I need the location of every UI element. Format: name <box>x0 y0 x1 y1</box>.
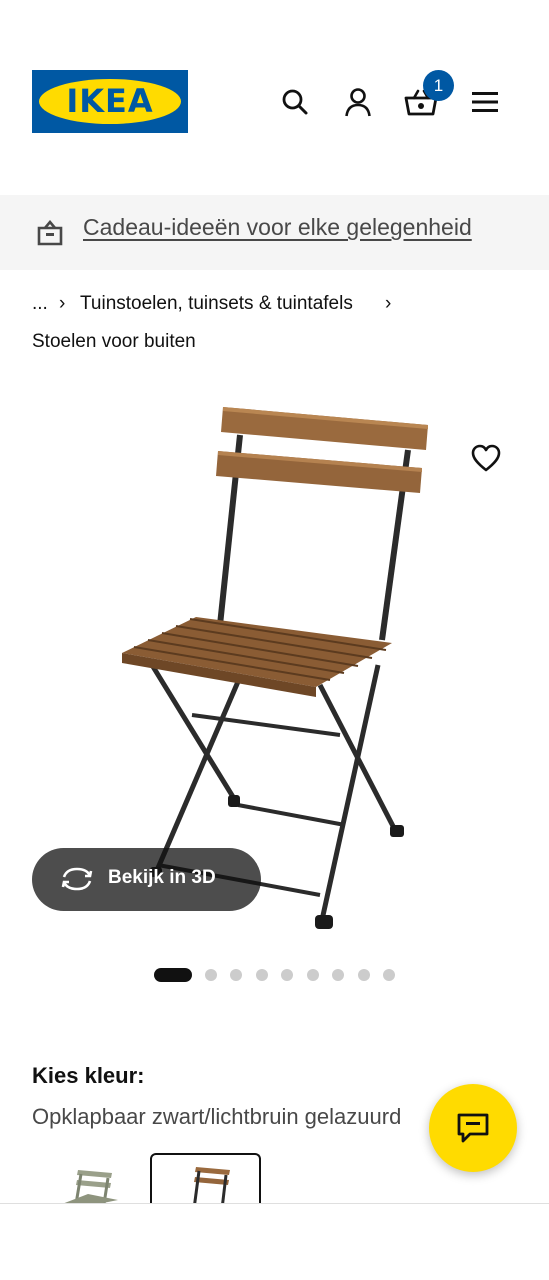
menu-icon[interactable] <box>467 84 503 120</box>
image-pagination <box>0 968 549 982</box>
heart-icon <box>471 444 501 472</box>
view-in-3d-label: Bekijk in 3D <box>108 867 216 888</box>
breadcrumb-separator: › <box>385 293 392 314</box>
rotate-3d-icon <box>60 866 94 892</box>
pagination-dot[interactable] <box>281 969 293 981</box>
site-header: IKEA 1 <box>0 0 549 195</box>
breadcrumb-item-outdoor-chairs[interactable]: Stoelen voor buiten <box>32 331 196 353</box>
color-heading: Kies kleur: <box>32 1063 145 1088</box>
pagination-dot[interactable] <box>307 969 319 981</box>
pagination-dot[interactable] <box>332 969 344 981</box>
bottom-bar <box>0 1203 549 1280</box>
favorite-button[interactable] <box>466 438 506 478</box>
swatch-grey-green[interactable] <box>48 1160 128 1204</box>
breadcrumb-item-garden-furniture[interactable]: Tuinstoelen, tuinsets & tuintafels <box>80 293 353 315</box>
search-icon[interactable] <box>277 84 313 120</box>
chat-icon <box>457 1113 489 1143</box>
gift-box-icon <box>36 219 64 246</box>
pagination-dot[interactable] <box>358 969 370 981</box>
logo-text: IKEA <box>66 82 154 120</box>
cart-count-badge: 1 <box>423 70 454 101</box>
account-icon[interactable] <box>340 84 376 120</box>
pagination-dot[interactable] <box>383 969 395 981</box>
breadcrumb-ellipsis[interactable]: ... <box>32 293 48 315</box>
breadcrumb-separator: › <box>59 293 66 314</box>
selected-color-value: Opklapbaar zwart/lichtbruin gelazuurd <box>32 1104 402 1129</box>
view-in-3d-button[interactable]: Bekijk in 3D <box>32 848 261 911</box>
pagination-dot[interactable] <box>230 969 242 981</box>
chat-button[interactable] <box>429 1084 517 1172</box>
ikea-logo[interactable]: IKEA <box>32 70 188 133</box>
promo-link[interactable]: Cadeau-ideeën voor elke gelegenheid <box>83 214 472 241</box>
pagination-dot[interactable] <box>205 969 217 981</box>
swatch-black-lightbrown[interactable] <box>150 1153 261 1209</box>
pagination-dot[interactable] <box>256 969 268 981</box>
pagination-dot-active[interactable] <box>154 968 192 982</box>
